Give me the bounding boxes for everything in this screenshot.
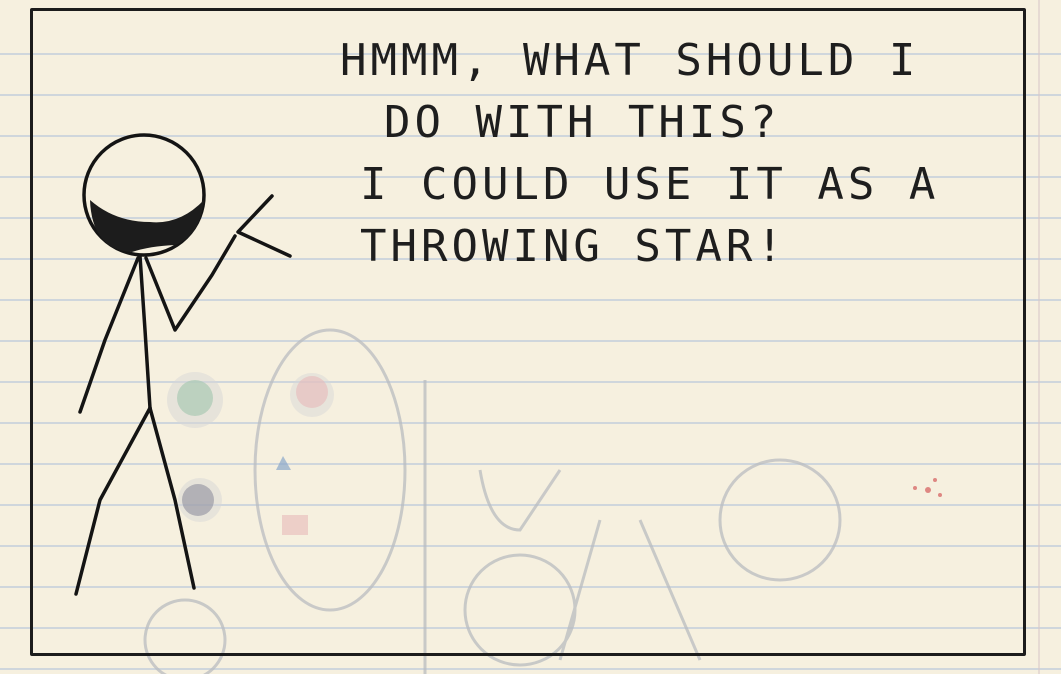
speech-line-4: THROWING STAR! — [360, 221, 787, 272]
figure-left-leg — [74, 406, 152, 596]
boomerang-icon — [236, 194, 292, 258]
speech-line-1: HMMM, WHAT SHOULD I — [340, 35, 920, 86]
speech-line-2: DO WITH THIS? — [384, 97, 781, 148]
figure-left-arm — [78, 256, 140, 414]
figure-body — [138, 254, 152, 410]
speech-line-3: I COULD USE IT AS A — [360, 159, 940, 210]
figure-right-leg — [148, 406, 196, 590]
figure-right-arm — [144, 234, 237, 332]
speech-text: HMMM, WHAT SHOULD I DO WITH THIS? I COUL… — [340, 30, 980, 278]
